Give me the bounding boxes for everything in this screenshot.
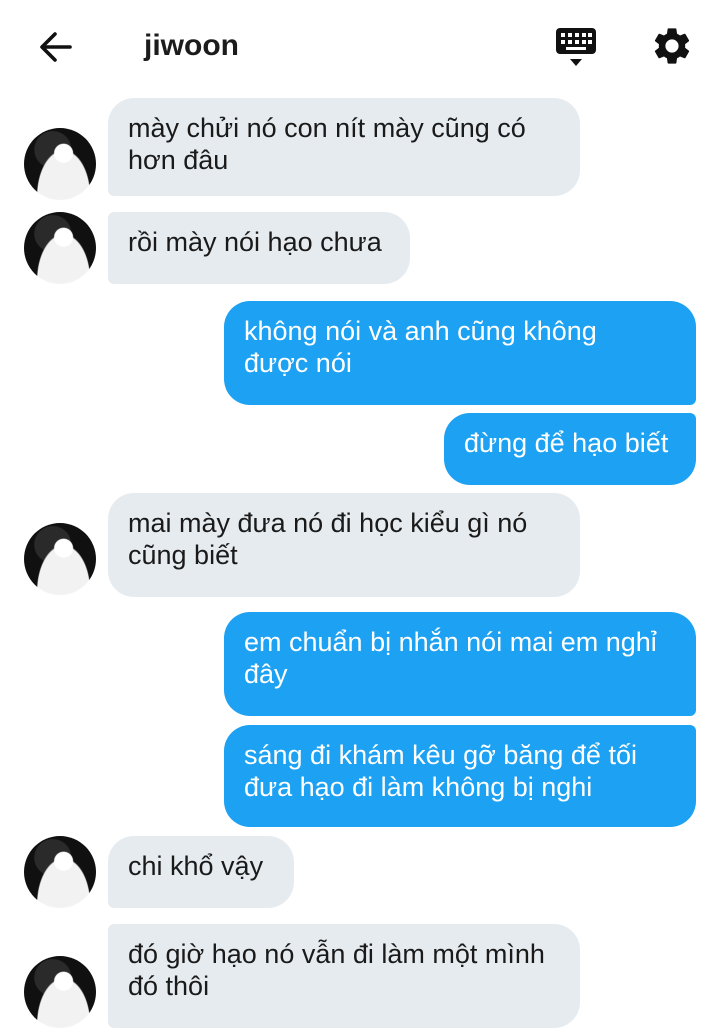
outgoing-message-bubble[interactable]: không nói và anh cũng không được nói [224,301,696,405]
settings-button[interactable] [650,24,694,68]
message-list[interactable]: mày chửi nó con nít mày cũng có hơn đâu … [0,94,720,1036]
incoming-message-bubble[interactable]: đó giờ hạo nó vẫn đi làm một mình đó thô… [108,924,580,1028]
avatar[interactable] [24,523,96,595]
avatar[interactable] [24,212,96,284]
avatar[interactable] [24,836,96,908]
outgoing-message-bubble[interactable]: em chuẩn bị nhắn nói mai em nghỉ đây [224,612,696,716]
keyboard-icon [556,28,596,66]
conversation-title: jiwoon [144,29,239,62]
chat-header: jiwoon [0,0,720,94]
avatar[interactable] [24,128,96,200]
incoming-message-bubble[interactable]: mai mày đưa nó đi học kiểu gì nó cũng bi… [108,493,580,597]
arrow-left-icon [40,32,72,62]
incoming-message-bubble[interactable]: rồi mày nói hạo chưa [108,212,410,284]
outgoing-message-bubble[interactable]: sáng đi khám kêu gỡ băng để tối đưa hạo … [224,725,696,827]
gear-icon [654,28,690,64]
back-button[interactable] [34,25,78,69]
keyboard-toggle-button[interactable] [552,26,600,70]
avatar[interactable] [24,956,96,1028]
incoming-message-bubble[interactable]: mày chửi nó con nít mày cũng có hơn đâu [108,98,580,196]
outgoing-message-bubble[interactable]: đừng để hạo biết [444,413,696,485]
incoming-message-bubble[interactable]: chi khổ vậy [108,836,294,908]
